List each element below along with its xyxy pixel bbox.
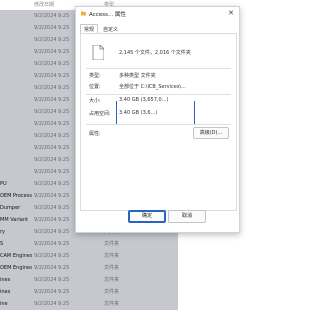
file-date: 9/2/2024 9:25 [34, 277, 70, 283]
file-name: ines [0, 289, 11, 295]
file-name: ry [0, 229, 6, 235]
location-value: 全部位于 C:\ICB_Services\... [119, 84, 186, 90]
file-date: 9/2/2024 9:25 [34, 85, 70, 91]
file-row[interactable]: ines 9/2/2024 9:25 文件夹 [0, 274, 178, 286]
file-date: 9/2/2024 9:25 [34, 205, 70, 211]
size-value: 3.40 GB (3,657,0...) [119, 97, 169, 103]
disk-size-value: 3.40 GB (3,6...) [119, 110, 158, 116]
file-date: 9/2/2024 9:25 [34, 181, 70, 187]
file-name: MM Variant [0, 217, 28, 223]
file-date: 9/2/2024 9:25 [34, 37, 70, 43]
divider [86, 94, 231, 95]
file-date: 9/2/2024 9:25 [34, 289, 70, 295]
location-label: 位置: [89, 84, 101, 90]
ok-button[interactable]: 确定 [128, 210, 166, 223]
file-name: OEM Process [0, 193, 32, 199]
file-row[interactable]: ines 9/2/2024 9:25 文件夹 [0, 286, 178, 298]
file-type: 文件夹 [104, 277, 120, 283]
file-name: PU [0, 181, 7, 187]
advanced-button[interactable]: 高级(D)... [193, 127, 229, 139]
file-row[interactable]: OEM Engines 9/2/2024 9:25 文件夹 [0, 262, 178, 274]
type-value: 多种类型 文件夹 [119, 73, 156, 79]
file-date: 9/2/2024 9:25 [34, 133, 70, 139]
file-date: 9/2/2024 9:25 [34, 169, 70, 175]
attributes-label: 属性: [89, 131, 101, 137]
file-date: 9/2/2024 9:25 [34, 61, 70, 67]
file-date: 9/2/2024 9:25 [34, 157, 70, 163]
file-date: 9/2/2024 9:25 [34, 25, 70, 31]
file-date: 9/2/2024 9:25 [34, 265, 70, 271]
file-date: 9/2/2024 9:25 [34, 241, 70, 247]
disk-size-label: 占用空间: [89, 111, 111, 117]
file-date: 9/2/2024 9:25 [34, 217, 70, 223]
divider [86, 124, 231, 125]
cancel-button[interactable]: 取消 [168, 210, 206, 223]
file-date: 9/2/2024 9:25 [34, 121, 70, 127]
file-type: 文件夹 [104, 253, 120, 259]
file-type: 文件夹 [104, 241, 120, 247]
file-date: 9/2/2024 9:25 [34, 13, 70, 19]
file-name: OEM Engines [0, 265, 32, 271]
file-count-summary: 2,145 个文件，2,016 个文件夹 [119, 50, 191, 56]
column-header-date[interactable]: 修改日期 [34, 0, 54, 10]
dialog-title: Access... 属性 [89, 12, 126, 18]
file-name: CAM Engines [0, 253, 32, 259]
file-date: 9/2/2024 9:25 [34, 193, 70, 199]
file-date: 9/2/2024 9:25 [34, 49, 70, 55]
file-name: ines [0, 277, 11, 283]
properties-dialog: Access... 属性 ✕ 常规 自定义 2,145 个文件，2,016 个文件… [75, 6, 240, 233]
file-name: S [0, 241, 4, 247]
file-row[interactable]: S 9/2/2024 9:25 文件夹 [0, 238, 178, 250]
file-name: Dumper [0, 205, 21, 211]
file-date: 9/2/2024 9:25 [34, 229, 70, 235]
general-panel: 2,145 个文件，2,016 个文件夹 类型: 多种类型 文件夹 位置: 全部… [80, 33, 237, 211]
folder-icon [81, 11, 86, 16]
file-date: 9/2/2024 9:25 [34, 73, 70, 79]
file-date: 9/2/2024 9:25 [34, 97, 70, 103]
multiple-files-icon [92, 45, 104, 60]
file-type: 文件夹 [104, 289, 120, 295]
dialog-tabs: 常规 自定义 [80, 24, 123, 35]
file-type: 文件夹 [104, 265, 120, 271]
file-date: 9/2/2024 9:25 [34, 253, 70, 259]
dialog-titlebar[interactable]: Access... 属性 ✕ [76, 7, 239, 20]
close-icon[interactable]: ✕ [228, 9, 234, 18]
type-label: 类型: [89, 73, 101, 79]
divider [86, 68, 231, 69]
size-label: 大小: [89, 98, 101, 104]
file-date: 9/2/2024 9:25 [34, 145, 70, 151]
file-date: 9/2/2024 9:25 [34, 109, 70, 115]
file-row[interactable]: CAM Engines 9/2/2024 9:25 文件夹 [0, 250, 178, 262]
